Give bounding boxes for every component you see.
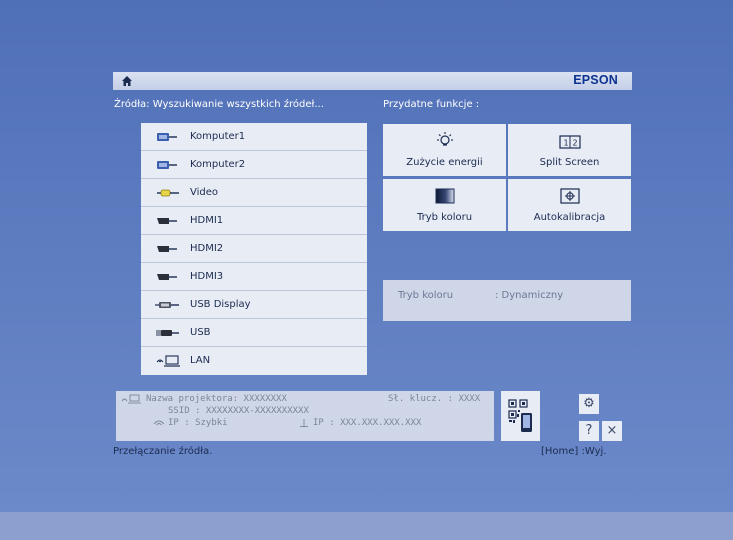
close-button[interactable]: ×	[602, 421, 622, 441]
computer-connector-icon	[157, 133, 177, 141]
hdmi-connector-icon	[157, 274, 177, 280]
source-label: Komputer2	[190, 159, 246, 170]
info-label: Tryb koloru	[398, 290, 454, 301]
svg-text:2: 2	[572, 139, 577, 148]
network-info-panel: Nazwa projektora: XXXXXXXX Sł. klucz. : …	[116, 391, 494, 441]
usb-icon	[156, 330, 179, 336]
ip-address: IP : XXX.XXX.XXX.XXX	[313, 418, 422, 428]
home-icon[interactable]	[121, 75, 133, 87]
svg-text:1: 1	[563, 139, 568, 148]
function-label: Autokalibracja	[533, 212, 606, 223]
status-home-hint: [Home] :Wyj.	[541, 446, 607, 457]
info-value: : Dynamiczny	[495, 290, 564, 301]
header-bar: EPSON	[113, 72, 632, 90]
sources-label: Źródła: Wyszukiwanie wszystkich źródeł..…	[114, 99, 324, 110]
source-item-hdmi1[interactable]: HDMI1	[141, 207, 367, 235]
lan-icon	[156, 355, 180, 367]
functions-label: Przydatne funkcje :	[383, 99, 480, 110]
source-label: HDMI1	[190, 215, 224, 226]
source-item-komputer1[interactable]: Komputer1	[141, 123, 367, 151]
source-label: HDMI2	[190, 243, 224, 254]
gear-icon: ⚙	[583, 396, 595, 411]
hdmi-connector-icon	[157, 218, 177, 224]
split-screen-icon: 1 2	[558, 135, 581, 149]
function-label: Split Screen	[539, 157, 600, 168]
split-screen-button[interactable]: 1 2 Split Screen	[508, 124, 631, 176]
computer-connector-icon	[157, 161, 177, 169]
source-item-hdmi3[interactable]: HDMI3	[141, 263, 367, 291]
source-item-hdmi2[interactable]: HDMI2	[141, 235, 367, 263]
energy-consumption-button[interactable]: Zużycie energii	[383, 124, 506, 176]
lan-icon	[121, 394, 141, 404]
status-message: Przełączanie źródła.	[113, 446, 213, 457]
source-label: USB Display	[190, 299, 251, 310]
autocalibration-icon	[559, 188, 580, 204]
function-label: Tryb koloru	[416, 212, 473, 223]
help-button[interactable]: ?	[579, 421, 599, 441]
autocalibration-button[interactable]: Autokalibracja	[508, 179, 631, 231]
source-list: Komputer1 Komputer2 Video HDMI1 HDMI2 HD…	[141, 123, 367, 375]
bulb-icon	[436, 132, 453, 146]
brand-logo: EPSON	[573, 73, 618, 87]
wired-icon	[300, 419, 308, 427]
video-connector-icon	[157, 189, 179, 197]
bottom-strip	[0, 512, 733, 540]
source-label: Video	[190, 187, 219, 198]
hdmi-connector-icon	[157, 246, 177, 252]
source-label: USB	[190, 327, 211, 338]
source-label: HDMI3	[190, 271, 224, 282]
qr-code-icon	[508, 399, 532, 432]
source-label: Komputer1	[190, 131, 246, 142]
source-item-komputer2[interactable]: Komputer2	[141, 151, 367, 179]
projector-name: Nazwa projektora: XXXXXXXX	[146, 394, 287, 404]
ip-mode: IP : Szybki	[168, 418, 228, 428]
color-mode-icon	[435, 188, 454, 204]
source-item-lan[interactable]: LAN	[141, 347, 367, 375]
help-icon: ?	[585, 423, 593, 438]
wireless-icon	[153, 420, 165, 426]
color-mode-button[interactable]: Tryb koloru	[383, 179, 506, 231]
function-label: Zużycie energii	[406, 157, 483, 168]
qr-code-button[interactable]	[501, 391, 540, 441]
info-box: Tryb koloru : Dynamiczny	[383, 280, 631, 321]
settings-button[interactable]: ⚙	[579, 394, 599, 414]
source-label: LAN	[190, 355, 211, 366]
ssid: SSID : XXXXXXXX-XXXXXXXXXX	[168, 406, 309, 416]
usb-display-icon	[155, 302, 179, 308]
source-item-video[interactable]: Video	[141, 179, 367, 207]
source-item-usb[interactable]: USB	[141, 319, 367, 347]
close-icon: ×	[606, 423, 618, 438]
source-item-usb-display[interactable]: USB Display	[141, 291, 367, 319]
network-key: Sł. klucz. : XXXX	[388, 394, 481, 404]
